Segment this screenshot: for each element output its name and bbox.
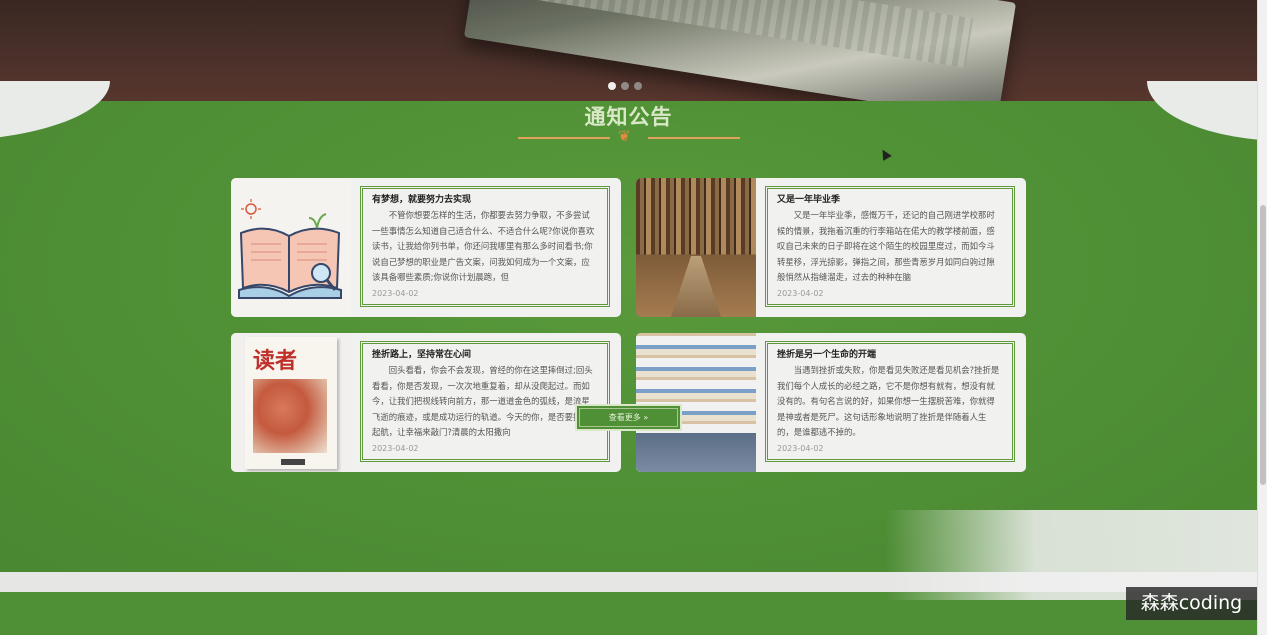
title-divider: ❦ <box>518 127 740 145</box>
card-content: 有梦想，就要努力去实现 不管你想要怎样的生活，你都要去努力争取，不多尝试一些事情… <box>360 186 610 307</box>
carousel-dots <box>608 82 642 90</box>
card-title[interactable]: 有梦想，就要努力去实现 <box>372 193 597 207</box>
magazine-title: 读者 <box>253 348 298 374</box>
card-excerpt: 不管你想要怎样的生活，你都要去努力争取，不多尝试一些事情怎么知道自己适合什么、不… <box>372 210 595 283</box>
card-content: 又是一年毕业季 又是一年毕业季，感慨万千，还记的自己刚进学校那时候的情景，我拖着… <box>765 186 1015 307</box>
card-excerpt: 当遇到挫折或失败，你是看见失败还是看见机会?挫折是我们每个人成长的必经之路，它不… <box>777 365 1000 438</box>
card-excerpt: 又是一年毕业季，感慨万千，还记的自己刚进学校那时候的情景，我拖着沉重的行李箱站在… <box>777 210 995 283</box>
library-shelves-photo <box>636 178 756 317</box>
card-title[interactable]: 挫折路上，坚持常在心间 <box>372 348 597 362</box>
carousel-dot-3[interactable] <box>634 82 642 90</box>
card-date: 2023-04-02 <box>777 444 824 453</box>
carousel-dot-1[interactable] <box>608 82 616 90</box>
notice-section: 通知公告 ❦ <box>0 81 1267 572</box>
card-title[interactable]: 又是一年毕业季 <box>777 193 1002 207</box>
hero-banner[interactable] <box>0 0 1257 101</box>
card-content: 挫折是另一个生命的开端 当遇到挫折或失败，你是看见失败还是看见机会?挫折是我们每… <box>765 341 1015 462</box>
card-date: 2023-04-02 <box>372 289 419 298</box>
notice-card[interactable]: 读者 挫折路上，坚持常在心间 回头看看，你会不会发现，曾经的你在这里摔倒过;回头… <box>231 333 621 472</box>
video-watermark: 森森coding <box>1126 587 1257 620</box>
card-excerpt: 回头看看，你会不会发现，曾经的你在这里摔倒过;回头看看，你是否发现，一次次地重复… <box>372 365 593 438</box>
notice-card[interactable]: 挫折是另一个生命的开端 当遇到挫折或失败，你是看见失败还是看见机会?挫折是我们每… <box>636 333 1026 472</box>
library-bookshelves-photo <box>636 333 756 472</box>
view-more-button[interactable]: 查看更多 » <box>575 404 682 431</box>
notice-card[interactable]: 有梦想，就要努力去实现 不管你想要怎样的生活，你都要去努力争取，不多尝试一些事情… <box>231 178 621 317</box>
scrollbar-thumb[interactable] <box>1260 205 1266 485</box>
card-date: 2023-04-02 <box>372 444 419 453</box>
banner-book-image <box>463 0 1017 101</box>
magazine-cover: 读者 <box>231 333 351 472</box>
page-scrollbar[interactable] <box>1257 0 1267 635</box>
open-book-illustration <box>231 178 351 317</box>
card-title[interactable]: 挫折是另一个生命的开端 <box>777 348 1002 362</box>
card-content: 挫折路上，坚持常在心间 回头看看，你会不会发现，曾经的你在这里摔倒过;回头看看，… <box>360 341 610 462</box>
lotus-icon: ❦ <box>618 127 631 145</box>
notice-card[interactable]: 又是一年毕业季 又是一年毕业季，感慨万千，还记的自己刚进学校那时候的情景，我拖着… <box>636 178 1026 317</box>
card-date: 2023-04-02 <box>777 289 824 298</box>
carousel-dot-2[interactable] <box>621 82 629 90</box>
